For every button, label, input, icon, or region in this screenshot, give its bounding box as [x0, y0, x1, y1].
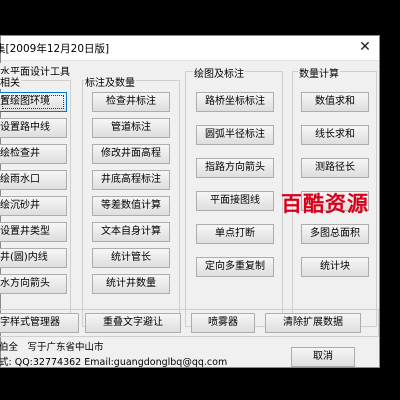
- drawing-group-title: 绘图及标注: [193, 65, 245, 80]
- arc-radius-button[interactable]: 圆弧半径标注: [196, 125, 274, 145]
- watermark-text: 百酷资源: [281, 191, 369, 216]
- clear-extended-data-button[interactable]: 清除扩展数据: [265, 313, 361, 333]
- line-length-sum-button[interactable]: 线长求和: [301, 125, 369, 145]
- pipe-annotation-button[interactable]: 管道标注: [92, 118, 170, 138]
- road-direction-arrow-button[interactable]: 指路方向箭头: [196, 158, 274, 178]
- well-bottom-elevation-button[interactable]: 井底高程标注: [92, 170, 170, 190]
- plan-joint-line-button[interactable]: 平面接图线: [196, 191, 274, 211]
- set-well-type-button[interactable]: 设置井类型: [0, 222, 67, 242]
- setup-group-label: 相关: [0, 74, 21, 89]
- setup-drawing-env-button[interactable]: 置绘图环境: [0, 92, 67, 112]
- edit-well-elevation-button[interactable]: 修改井面高程: [92, 144, 170, 164]
- draw-grit-well-button[interactable]: 绘沉砂井: [0, 196, 67, 216]
- set-road-centerline-button[interactable]: 设置路中线: [0, 118, 67, 138]
- multi-area-total-button[interactable]: 多图总面积: [301, 224, 369, 244]
- well-count-stats-button[interactable]: 统计井数量: [92, 274, 170, 294]
- author-info: 伯全 写于广东省中山市: [0, 342, 104, 353]
- text-self-calc-button[interactable]: 文本自身计算: [92, 222, 170, 242]
- pipe-length-stats-button[interactable]: 统计管长: [92, 248, 170, 268]
- sprayer-button[interactable]: 喷雾器: [191, 313, 255, 333]
- calc-group-title: 数量计算: [298, 65, 340, 80]
- arithmetic-sequence-button[interactable]: 等差数值计算: [92, 196, 170, 216]
- annotate-group-title: 标注及数量: [84, 74, 136, 89]
- title-bar: 集[2009年12月20日版] ✕: [0, 36, 379, 61]
- directional-multi-copy-button[interactable]: 定向多重复制: [196, 257, 274, 277]
- cancel-button[interactable]: 取消: [291, 347, 355, 367]
- window-title: 集[2009年12月20日版]: [0, 43, 110, 55]
- single-point-break-button[interactable]: 单点打断: [196, 224, 274, 244]
- well-annotation-button[interactable]: 检查井标注: [92, 92, 170, 112]
- value-sum-button[interactable]: 数值求和: [301, 92, 369, 112]
- contact-info: 式: QQ:32774362 Email:guangdonglbq@qq.com: [0, 357, 228, 368]
- block-stats-button[interactable]: 统计块: [301, 257, 369, 277]
- road-coordinate-button[interactable]: 路桥坐标标注: [196, 92, 274, 112]
- draw-inspection-well-button[interactable]: 绘检查井: [0, 144, 67, 164]
- text-style-manager-button[interactable]: 字样式管理器: [0, 313, 79, 333]
- close-icon[interactable]: ✕: [355, 36, 375, 58]
- overlap-text-avoid-button[interactable]: 重叠文字避让: [85, 313, 181, 333]
- flow-arrow-button[interactable]: 水方向箭头: [0, 274, 67, 294]
- well-inner-line-button[interactable]: 井(圆)内线: [0, 248, 67, 268]
- draw-rain-inlet-button[interactable]: 绘雨水口: [0, 170, 67, 190]
- measure-path-button[interactable]: 测路径长: [301, 158, 369, 178]
